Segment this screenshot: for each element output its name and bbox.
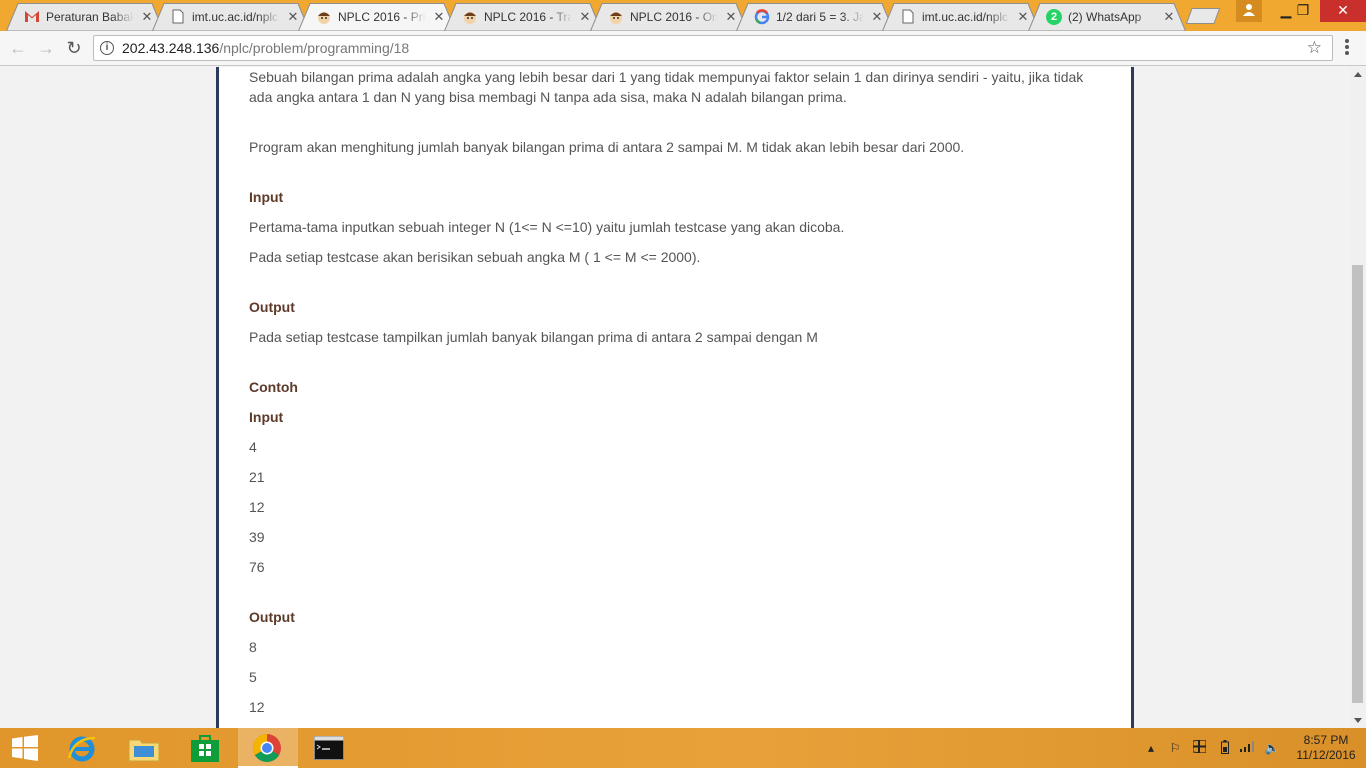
internet-explorer-icon[interactable]	[52, 728, 112, 768]
example-output-line: 12	[249, 699, 265, 715]
page-viewport: Sebuah bilangan prima adalah angka yang …	[0, 67, 1350, 728]
forward-button[interactable]: →	[36, 38, 56, 58]
taskbar-clock[interactable]: 8:57 PM 11/12/2016	[1288, 733, 1364, 763]
tab-nplc-prime[interactable]: NPLC 2016 - Prime ✕	[298, 3, 456, 31]
output-heading: Output	[249, 299, 295, 315]
windows-start-icon[interactable]	[0, 728, 50, 768]
tab-title: (2) WhatsApp	[1068, 10, 1142, 24]
example-output-heading: Output	[249, 609, 295, 625]
windows-tray-icon[interactable]	[1190, 739, 1208, 756]
problem-description: Sebuah bilangan prima adalah angka yang …	[249, 69, 1084, 105]
chrome-icon[interactable]	[238, 728, 298, 768]
example-output-line: 8	[249, 639, 257, 655]
windows-store-icon[interactable]	[176, 728, 236, 768]
bookmark-star-icon[interactable]: ☆	[1307, 39, 1322, 57]
new-tab-button[interactable]	[1186, 8, 1220, 24]
battery-icon[interactable]	[1216, 740, 1234, 756]
nplc-mascot-icon	[316, 9, 332, 25]
url-path: /nplc/problem/programming/18	[219, 40, 410, 56]
clock-date: 11/12/2016	[1296, 748, 1356, 762]
google-icon	[754, 9, 770, 25]
example-input-line: 39	[249, 529, 265, 545]
back-button[interactable]: ←	[8, 38, 28, 58]
example-input-line: 4	[249, 439, 257, 455]
nplc-mascot-icon	[608, 9, 624, 25]
tab-whatsapp[interactable]: 2 (2) WhatsApp ✕	[1028, 3, 1186, 31]
scroll-up-arrow-icon[interactable]	[1354, 72, 1362, 77]
tab-title: imt.uc.ac.id/nplc	[922, 10, 1009, 24]
page-scrollbar[interactable]	[1350, 67, 1366, 728]
problem-card: Sebuah bilangan prima adalah angka yang …	[216, 67, 1134, 728]
input-description-1: Pertama-tama inputkan sebuah integer N (…	[249, 219, 845, 235]
tab-nplc-on[interactable]: NPLC 2016 - On ✕	[590, 3, 748, 31]
browser-toolbar: ← → ↻ i 202.43.248.136/nplc/problem/prog…	[0, 31, 1366, 66]
example-input-line: 12	[249, 499, 265, 515]
action-center-flag-icon[interactable]: ⚐	[1166, 740, 1184, 756]
chrome-menu-button[interactable]	[1342, 39, 1352, 57]
windows-taskbar: ▴ ⚐ 🔈 8:57 PM 11/12/2016	[0, 728, 1366, 768]
close-window-button[interactable]: ✕	[1320, 0, 1366, 22]
scrollbar-thumb[interactable]	[1352, 265, 1363, 703]
file-explorer-icon[interactable]	[114, 728, 174, 768]
tab-close-icon[interactable]: ✕	[1162, 9, 1176, 25]
show-hidden-icons-chevron-icon[interactable]: ▴	[1144, 740, 1158, 756]
address-bar[interactable]: i 202.43.248.136/nplc/problem/programmin…	[93, 35, 1333, 61]
network-signal-icon[interactable]	[1238, 740, 1258, 756]
tab-title: Peraturan Babak	[46, 10, 134, 24]
example-heading: Contoh	[249, 379, 298, 395]
tab-imt-2[interactable]: imt.uc.ac.id/nplc ✕	[882, 3, 1040, 31]
input-heading: Input	[249, 189, 284, 205]
tab-nplc-tra[interactable]: NPLC 2016 - Tra ✕	[444, 3, 602, 31]
address-url[interactable]: 202.43.248.136/nplc/problem/programming/…	[122, 40, 409, 57]
restore-button[interactable]: ❐	[1288, 0, 1318, 22]
site-info-icon[interactable]: i	[100, 41, 114, 55]
nplc-mascot-icon	[462, 9, 478, 25]
input-description-2: Pada setiap testcase akan berisikan sebu…	[249, 249, 701, 265]
tab-title: 1/2 dari 5 = 3. Ja	[776, 10, 864, 24]
example-output-line: 5	[249, 669, 257, 685]
clock-time: 8:57 PM	[1303, 733, 1349, 747]
url-host: 202.43.248.136	[122, 40, 220, 56]
whatsapp-icon: 2	[1046, 9, 1062, 25]
problem-constraint: Program akan menghitung jumlah banyak bi…	[249, 139, 965, 155]
tab-google-search[interactable]: 1/2 dari 5 = 3. Ja ✕	[736, 3, 894, 31]
example-input-heading: Input	[249, 409, 284, 425]
whatsapp-badge: 2	[1050, 11, 1058, 23]
example-input-line: 21	[249, 469, 265, 485]
tab-imt-1[interactable]: imt.uc.ac.id/nplc ✕	[152, 3, 310, 31]
volume-icon[interactable]: 🔈	[1262, 740, 1282, 756]
page-icon	[900, 9, 916, 25]
browser-tab-strip: Peraturan Babak ✕ imt.uc.ac.id/nplc ✕ NP…	[0, 0, 1366, 31]
scroll-down-arrow-icon[interactable]	[1354, 718, 1362, 723]
reload-button[interactable]: ↻	[64, 38, 84, 58]
tab-title: imt.uc.ac.id/nplc	[192, 10, 279, 24]
gmail-icon	[24, 9, 40, 25]
page-icon	[170, 9, 186, 25]
example-input-line: 76	[249, 559, 265, 575]
output-description: Pada setiap testcase tampilkan jumlah ba…	[249, 329, 818, 345]
tab-title: NPLC 2016 - On	[630, 10, 718, 24]
profile-icon[interactable]	[1236, 0, 1262, 22]
tab-title: NPLC 2016 - Prime	[338, 10, 426, 24]
tab-peraturan-babak[interactable]: Peraturan Babak ✕	[6, 3, 164, 31]
tab-title: NPLC 2016 - Tra	[484, 10, 572, 24]
command-prompt-icon[interactable]	[300, 728, 360, 768]
